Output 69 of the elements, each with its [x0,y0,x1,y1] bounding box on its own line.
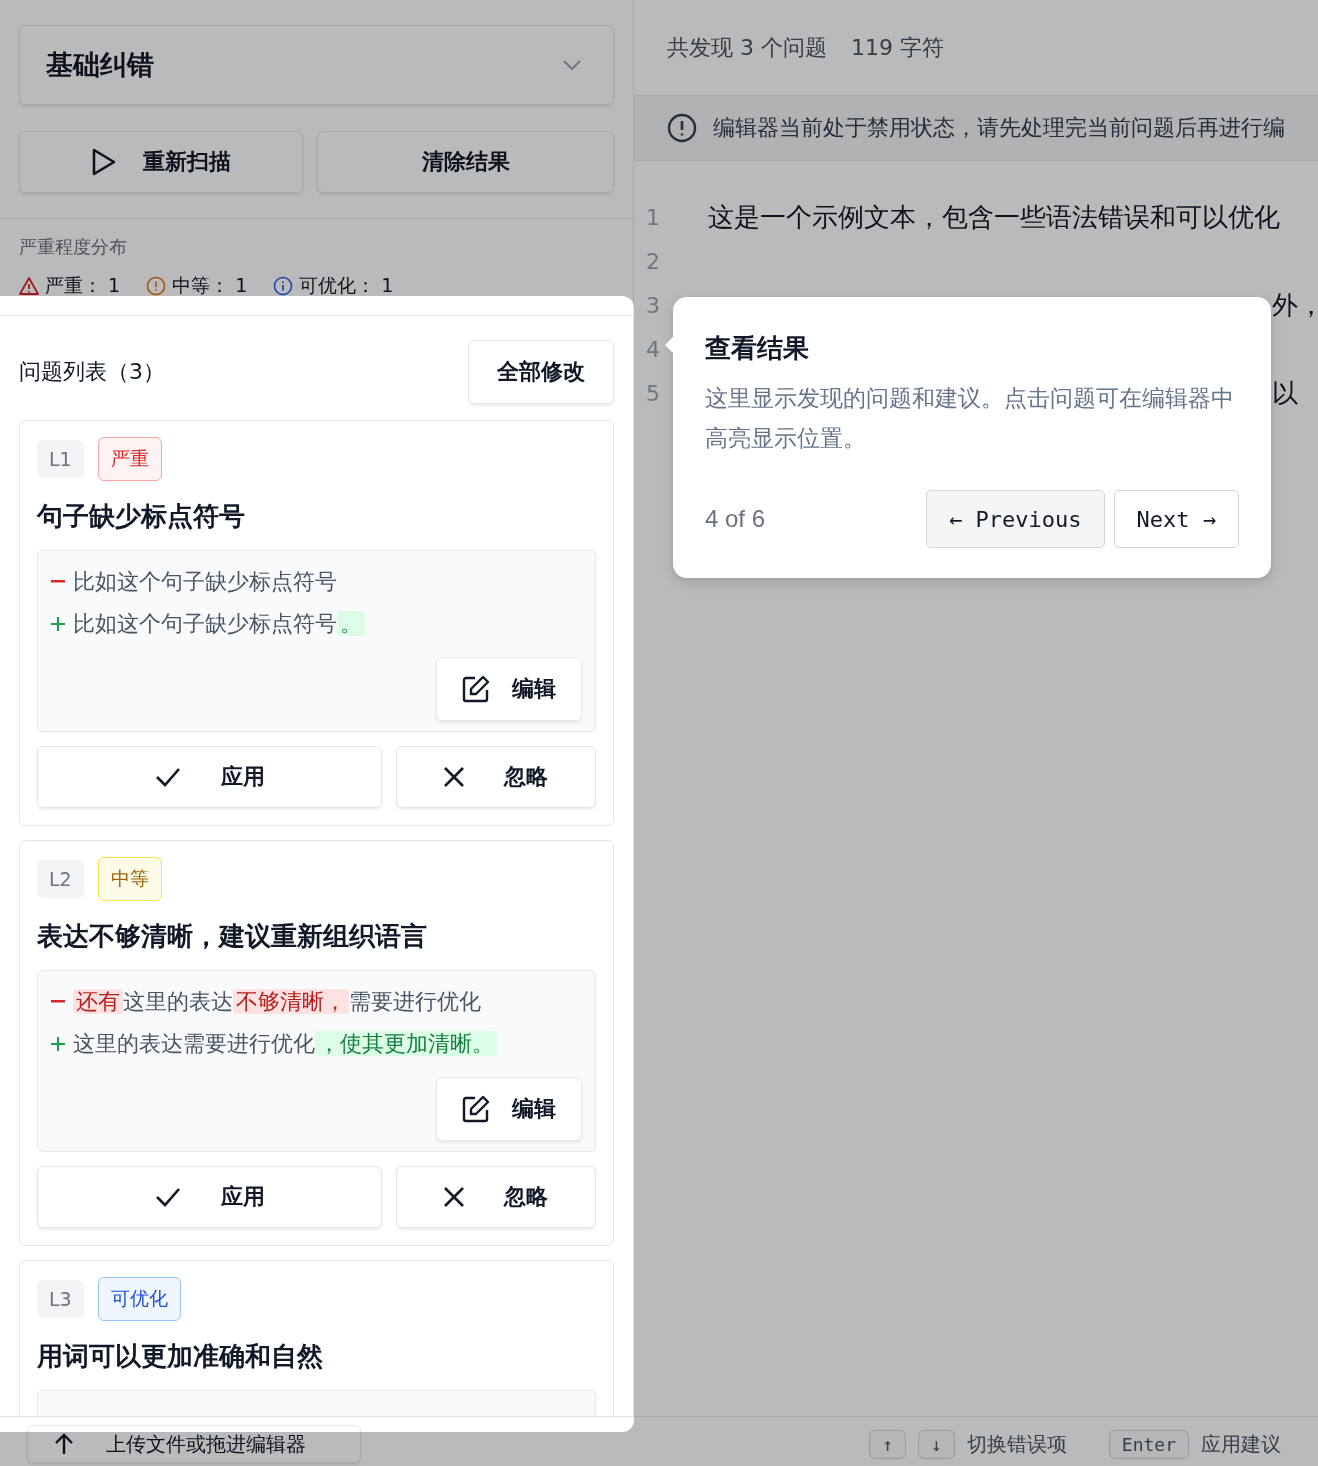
issue-title: 用词可以更加准确和自然 [37,1340,324,1373]
issue-card[interactable]: L2 中等 表达不够清晰，建议重新组织语言 还有这里的表达不够清晰，需要进行优化 这里的表达需要进行优化，使其更加清晰。 编辑 应用 忽略 [19,840,614,1246]
severity-count: 中等： 1 [172,273,248,298]
apply-button[interactable]: 应用 [37,1166,382,1228]
line-number: 2 [645,248,661,274]
ignore-button[interactable]: 忽略 [396,1166,596,1228]
key-cap: Enter [1108,1429,1189,1459]
shortcut-label: 切换错误项 [966,1430,1067,1458]
issue-title: 句子缺少标点符号 [37,500,246,533]
close-icon [444,1187,464,1207]
stat-text: 共发现 3 个问题 [667,33,827,62]
line-tag: L3 [37,1280,84,1318]
removed-text: 还有这里的表达不够清晰，需要进行优化 [73,981,481,1023]
plus-icon [51,1037,65,1051]
play-icon [91,148,117,176]
step-counter: 4 of 6 [705,505,766,533]
section-label: 严重程度分布 [19,235,128,259]
edit-icon [462,675,490,703]
popover-title: 查看结果 [705,332,810,365]
alert-circle-icon [146,276,167,296]
severity-tag: 中等 [97,857,162,901]
warning-icon [19,277,39,295]
fix-all-button[interactable]: 全部修改 [468,340,614,404]
minus-icon [51,1000,65,1004]
editor-line: 外， [1272,288,1318,322]
edit-button[interactable]: 编辑 [436,1077,582,1141]
line-number: 4 [645,336,661,362]
plus-icon [51,617,65,631]
clear-button[interactable]: 清除结果 [317,131,614,193]
line-number: 1 [645,204,661,230]
edit-button[interactable]: 编辑 [436,657,582,721]
edit-icon [462,1095,490,1123]
line-tag: L1 [37,440,84,478]
mode-dropdown[interactable]: 基础纠错 [19,25,614,105]
line-number: 3 [645,292,661,318]
added-text: 比如这个句子缺少标点符号。 [73,603,365,645]
severity-tag: 可优化 [97,1277,181,1321]
minus-icon [51,580,65,584]
next-button[interactable]: Next → [1113,490,1239,548]
issue-card[interactable]: L1 严重 句子缺少标点符号 比如这个句子缺少标点符号 比如这个句子缺少标点符号。 编辑 应用 忽略 [19,420,614,826]
severity-tag: 严重 [97,437,162,481]
key-cap: ↓ [917,1429,955,1459]
severity-count: 严重： 1 [45,273,121,298]
apply-button[interactable]: 应用 [37,746,382,808]
alert-circle-icon [667,113,697,143]
popover-text: 这里显示发现的问题和建议。点击问题可在编辑器中高亮显示位置。 [705,384,1235,453]
key-cap: ↑ [869,1429,906,1459]
stat-text: 119 字符 [851,33,944,62]
upload-button[interactable]: 上传文件或拖进编辑器 [27,1425,361,1463]
check-icon [154,767,181,787]
list-title: 问题列表（3） [19,358,165,386]
added-text: 这里的表达需要进行优化，使其更加清晰。 [73,1023,497,1065]
issue-card[interactable]: L3 可优化 用词可以更加准确和自然 [19,1260,614,1416]
severity-count: 可优化： 1 [299,273,394,298]
editor-line: 这是一个示例文本，包含一些语法错误和可以优化 [708,200,1280,234]
line-number: 5 [645,380,661,406]
line-tag: L2 [37,860,84,898]
previous-button[interactable]: ← Previous [926,490,1105,548]
editor-line: 以 [1272,376,1298,410]
arrow-up-icon [54,1433,74,1455]
check-icon [154,1187,181,1207]
rescan-button[interactable]: 重新扫描 [19,131,303,193]
removed-text: 比如这个句子缺少标点符号 [73,568,337,596]
issue-title: 表达不够清晰，建议重新组织语言 [37,920,428,953]
info-icon [273,276,294,296]
close-icon [444,767,464,787]
notice-text: 编辑器当前处于禁用状态，请先处理完当前问题后再进行编 [713,114,1285,142]
shortcut-label: 应用建议 [1201,1430,1281,1458]
ignore-button[interactable]: 忽略 [396,746,596,808]
